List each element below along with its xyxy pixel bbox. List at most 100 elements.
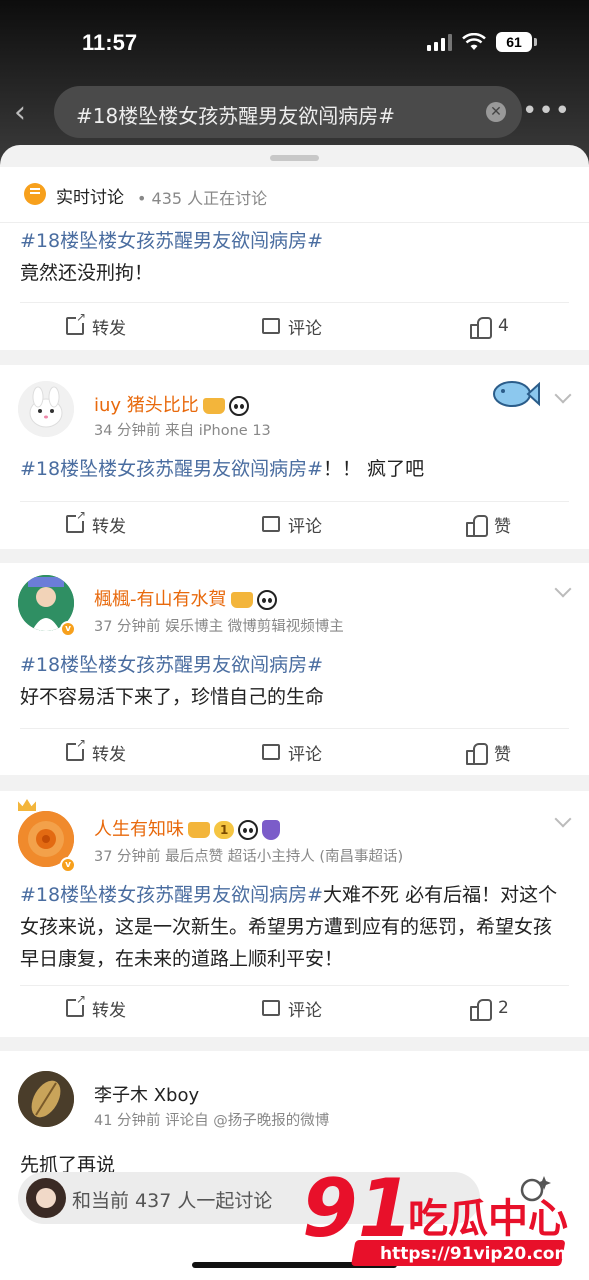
thumbs-up-icon xyxy=(470,316,492,339)
crown-badge-icon xyxy=(202,398,225,414)
user-name[interactable]: 楓楓-有山有水賀 xyxy=(94,585,277,611)
search-input[interactable]: #18楼坠楼女孩苏醒男友欲闯病房# ✕ xyxy=(54,86,522,138)
repost-icon xyxy=(66,311,86,335)
repost-icon xyxy=(66,509,86,533)
thumbs-up-icon xyxy=(466,514,488,537)
comment-label: 评论 xyxy=(288,1000,322,1021)
post-card[interactable]: iuy 猪头比比 34 分钟前 来自 iPhone 13 #18楼坠楼女孩苏醒男… xyxy=(0,365,589,549)
crown-badge-icon xyxy=(230,592,253,608)
like-count: 4 xyxy=(498,316,509,336)
post-actions: 转发 评论 赞 xyxy=(0,729,589,775)
discussion-input-placeholder: 和当前 437 人一起讨论 xyxy=(72,1190,273,1212)
post-meta: 37 分钟前 娱乐博主 微博剪辑视频博主 xyxy=(94,619,344,635)
battery-icon: 61 xyxy=(496,32,537,52)
live-discussion-header: 实时讨论 • 435 人正在讨论 xyxy=(0,167,589,223)
level-badge: 1 xyxy=(214,821,235,839)
comment-icon xyxy=(262,997,280,1016)
watermark-logo: 91 吃瓜中心 https://91vip20.com xyxy=(302,1162,572,1266)
comment-label: 评论 xyxy=(288,516,322,537)
discussion-sheet: 实时讨论 • 435 人正在讨论 #18楼坠楼女孩苏醒男友欲闯病房# 竟然还没刑… xyxy=(0,145,589,1280)
post-actions: 转发 评论 2 xyxy=(0,985,589,1031)
like-label: 赞 xyxy=(494,744,511,765)
live-title: 实时讨论 xyxy=(56,188,124,208)
comment-button[interactable]: 评论 xyxy=(262,501,322,547)
panda-badge-icon xyxy=(256,590,277,610)
status-icons: 61 xyxy=(427,32,537,52)
post-text: #18楼坠楼女孩苏醒男友欲闯病房# 竟然还没刑拘！ xyxy=(20,225,569,289)
comment-icon xyxy=(262,513,280,532)
clear-search-button[interactable]: ✕ xyxy=(486,102,506,122)
post-card[interactable]: v 楓楓-有山有水賀 37 分钟前 娱乐博主 微博剪辑视频博主 #18楼坠楼女孩… xyxy=(0,563,589,775)
repost-label: 转发 xyxy=(92,744,126,765)
like-button[interactable]: 2 xyxy=(470,985,509,1031)
repost-button[interactable]: 转发 xyxy=(66,985,126,1031)
thumbs-up-icon xyxy=(470,998,492,1021)
repost-label: 转发 xyxy=(92,318,126,339)
post-text: #18楼坠楼女孩苏醒男友欲闯病房#大难不死 必有后福！对这个女孩来说，这是一次新… xyxy=(20,879,569,975)
like-label: 赞 xyxy=(494,516,511,537)
post-hashtag[interactable]: #18楼坠楼女孩苏醒男友欲闯病房# xyxy=(20,884,323,906)
fish-icon xyxy=(493,381,540,407)
post-card[interactable]: #18楼坠楼女孩苏醒男友欲闯病房# 竟然还没刑拘！ 转发 评论 4 xyxy=(0,223,589,350)
comment-label: 评论 xyxy=(288,318,322,339)
verified-badge-icon: v xyxy=(60,857,76,873)
panda-badge-icon xyxy=(238,820,259,840)
post-hashtag[interactable]: #18楼坠楼女孩苏醒男友欲闯病房# xyxy=(20,230,323,252)
post-body: ！！ 疯了吧 xyxy=(323,458,425,480)
repost-label: 转发 xyxy=(92,1000,126,1021)
svg-text:https://91vip20.com: https://91vip20.com xyxy=(380,1244,572,1264)
comment-button[interactable]: 评论 xyxy=(262,985,322,1031)
search-query: #18楼坠楼女孩苏醒男友欲闯病房# xyxy=(76,104,395,128)
repost-button[interactable]: 转发 xyxy=(66,303,126,349)
avatar[interactable] xyxy=(18,1071,74,1127)
chat-bubble-icon xyxy=(24,183,46,205)
comment-button[interactable]: 评论 xyxy=(262,303,322,349)
more-options-button[interactable]: ••• xyxy=(522,96,571,126)
post-card[interactable]: v 人生有知味 1 37 分钟前 最后点赞 超话小主持人 (南昌事超话) #18楼… xyxy=(0,791,589,1037)
like-button[interactable]: 赞 xyxy=(466,729,511,775)
like-button[interactable]: 4 xyxy=(470,303,509,349)
svg-text:吃瓜中心: 吃瓜中心 xyxy=(408,1196,568,1242)
post-meta: 37 分钟前 最后点赞 超话小主持人 (南昌事超话) xyxy=(94,849,404,865)
post-text: #18楼坠楼女孩苏醒男友欲闯病房#！！ 疯了吧 xyxy=(20,453,569,485)
post-hashtag[interactable]: #18楼坠楼女孩苏醒男友欲闯病房# xyxy=(20,654,323,676)
post-actions: 转发 评论 赞 xyxy=(0,501,589,547)
user-name[interactable]: 李子木 Xboy xyxy=(94,1081,199,1107)
my-avatar xyxy=(26,1178,66,1218)
top-header: 11:57 61 ‹ #18楼坠楼女孩苏醒男友欲闯病房# ✕ ••• xyxy=(0,0,589,160)
post-hashtag[interactable]: #18楼坠楼女孩苏醒男友欲闯病房# xyxy=(20,458,323,480)
status-time: 11:57 xyxy=(82,30,138,55)
post-body: 好不容易活下来了，珍惜自己的生命 xyxy=(20,686,325,708)
panda-badge-icon xyxy=(228,396,249,416)
user-name[interactable]: 人生有知味 1 xyxy=(94,815,281,841)
crown-icon xyxy=(18,799,36,811)
post-actions: 转发 评论 4 xyxy=(0,303,589,349)
back-button[interactable]: ‹ xyxy=(14,98,38,128)
post-body: 竟然还没刑拘！ xyxy=(20,262,154,284)
wifi-icon xyxy=(462,33,486,50)
crown-badge-icon xyxy=(188,822,210,838)
post-text: #18楼坠楼女孩苏醒男友欲闯病房# 好不容易活下来了，珍惜自己的生命 xyxy=(20,649,569,713)
shield-badge-icon xyxy=(262,820,281,840)
chevron-down-icon[interactable] xyxy=(554,810,572,828)
chevron-down-icon[interactable] xyxy=(554,580,572,598)
like-count: 2 xyxy=(498,998,509,1018)
sheet-drag-handle[interactable] xyxy=(270,155,319,161)
post-meta: 34 分钟前 来自 iPhone 13 xyxy=(94,423,271,439)
live-count: • 435 人正在讨论 xyxy=(137,189,268,208)
battery-level: 61 xyxy=(496,32,532,52)
comment-icon xyxy=(262,315,280,334)
avatar[interactable] xyxy=(18,381,74,437)
verified-badge-icon: v xyxy=(60,621,76,637)
repost-button[interactable]: 转发 xyxy=(66,501,126,547)
chevron-down-icon[interactable] xyxy=(554,386,572,404)
comment-button[interactable]: 评论 xyxy=(262,729,322,775)
user-name[interactable]: iuy 猪头比比 xyxy=(94,391,249,417)
like-button[interactable]: 赞 xyxy=(466,501,511,547)
repost-button[interactable]: 转发 xyxy=(66,729,126,775)
comment-label: 评论 xyxy=(288,744,322,765)
comment-icon xyxy=(262,741,280,760)
repost-icon xyxy=(66,737,86,761)
cellular-signal-icon xyxy=(427,33,452,51)
post-meta: 41 分钟前 评论自 @扬子晚报的微博 xyxy=(94,1113,330,1129)
